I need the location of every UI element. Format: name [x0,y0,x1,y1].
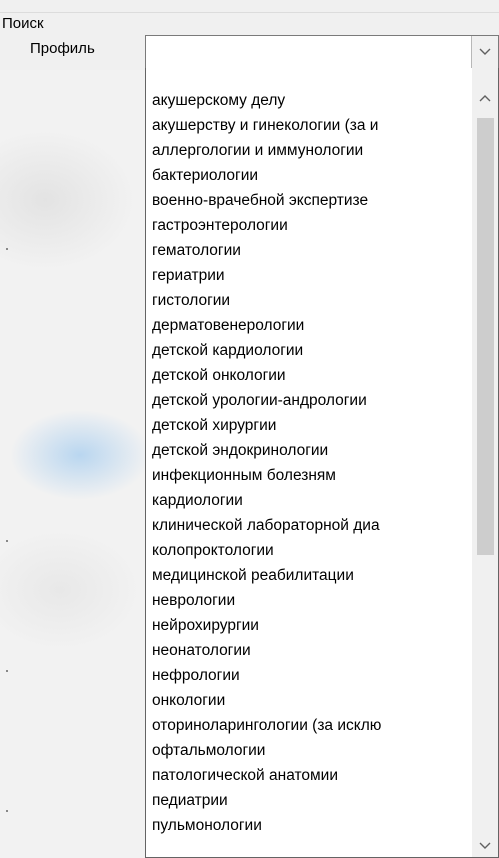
profile-dropdown-button[interactable] [471,36,498,68]
scrollbar-track[interactable] [472,110,498,834]
scroll-up-arrow-icon [479,95,491,102]
scroll-down-arrow-icon [479,842,491,849]
scrollbar-thumb[interactable] [477,118,494,555]
profile-option[interactable]: нефрологии [146,663,472,688]
profile-option[interactable]: патологической анатомии [146,763,472,788]
profile-options: акушерскому делу акушерству и гинекологии… [146,88,472,838]
profile-combobox[interactable] [145,35,499,69]
profile-option[interactable]: колопроктологии [146,538,472,563]
profile-option[interactable]: детской урологии-андрологии [146,388,472,413]
blurred-background-content [0,70,145,858]
profile-option[interactable]: детской эндокринологии [146,438,472,463]
profile-option[interactable]: клинической лабораторной диа [146,513,472,538]
profile-option[interactable]: детской кардиологии [146,338,472,363]
profile-option[interactable]: инфекционным болезням [146,463,472,488]
profile-option[interactable]: пульмонологии [146,813,472,838]
profile-option[interactable]: онкологии [146,688,472,713]
profile-option[interactable]: детской хирургии [146,413,472,438]
profile-option[interactable]: нейрохирургии [146,613,472,638]
search-group-title: Поиск [2,15,48,33]
profile-dropdown-list[interactable]: акушерскому делу акушерству и гинекологии… [145,68,499,858]
profile-option[interactable]: офтальмологии [146,738,472,763]
blurred-marker [6,810,8,812]
blurred-marker [6,248,8,250]
profile-option[interactable]: военно-врачебной экспертизе [146,188,472,213]
profile-option[interactable]: гериатрии [146,263,472,288]
profile-option[interactable]: кардиологии [146,488,472,513]
profile-option[interactable]: бактериологии [146,163,472,188]
profile-option[interactable]: акушерству и гинекологии (за и [146,113,472,138]
blurred-marker [6,670,8,672]
profile-option[interactable]: гастроэнтерологии [146,213,472,238]
scroll-up-button[interactable] [472,86,498,110]
profile-option[interactable]: неврологии [146,588,472,613]
profile-option[interactable]: гематологии [146,238,472,263]
profile-option[interactable]: оториноларингологии (за исклю [146,713,472,738]
profile-option[interactable]: гистологии [146,288,472,313]
profile-option[interactable]: неонатологии [146,638,472,663]
blurred-marker [6,540,8,542]
profile-label: Профиль [30,40,95,57]
profile-option[interactable]: детской онкологии [146,363,472,388]
chevron-down-icon [479,48,491,55]
dropdown-scrollbar[interactable] [472,68,498,857]
profile-option[interactable]: акушерскому делу [146,88,472,113]
profile-option[interactable]: аллергологии и иммунологии [146,138,472,163]
profile-option[interactable]: дерматовенерологии [146,313,472,338]
scroll-down-button[interactable] [472,834,498,857]
profile-option[interactable]: педиатрии [146,788,472,813]
profile-option[interactable]: медицинской реабилитации [146,563,472,588]
